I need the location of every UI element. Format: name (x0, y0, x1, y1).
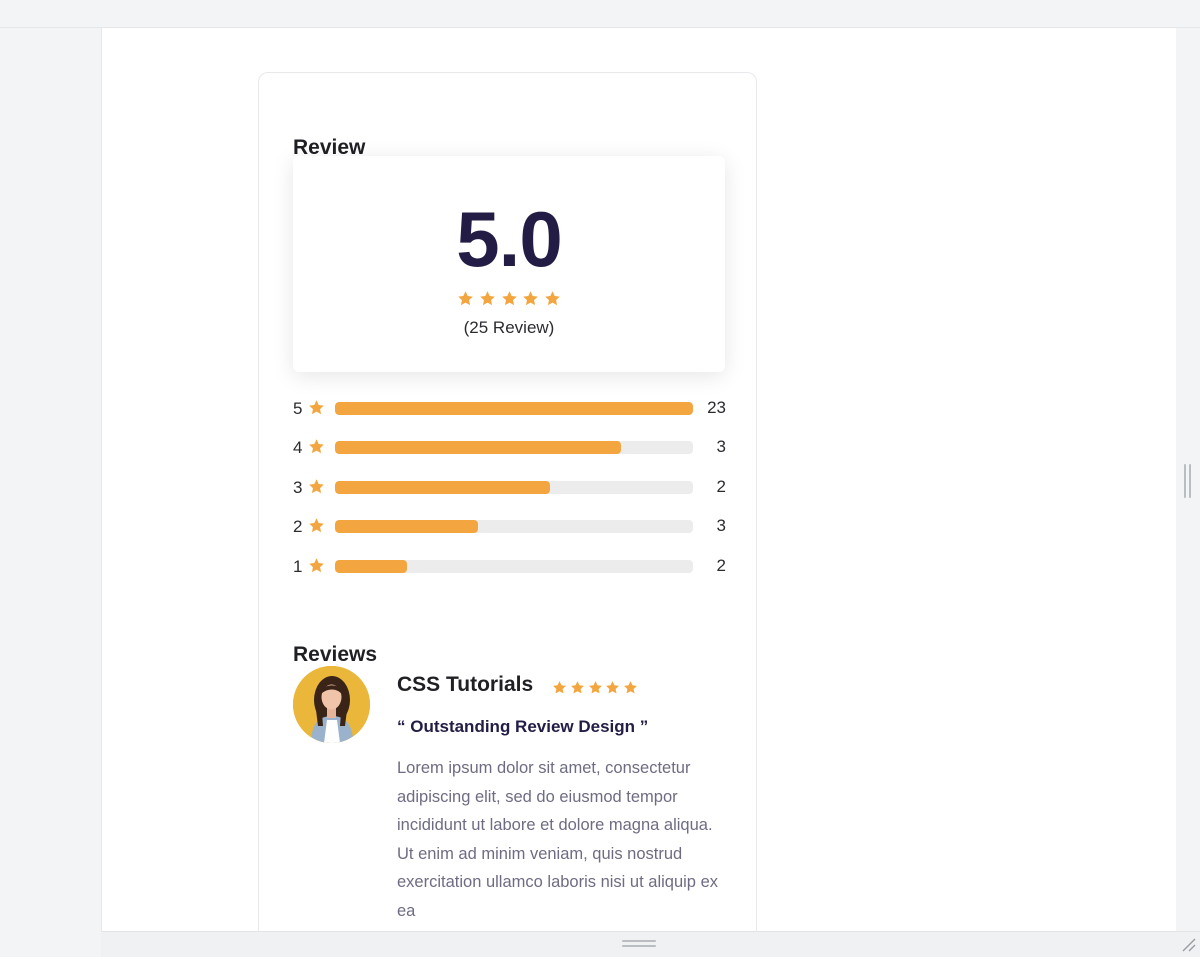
star-icon (570, 680, 585, 695)
rating-count: 3 (716, 516, 726, 535)
star-icon (544, 290, 561, 307)
star-icon (501, 290, 518, 307)
star-icon (522, 290, 539, 307)
rating-row-1: 12 (293, 556, 726, 576)
preview-frame: Review 5.0 (25 Review) 5 23 4 3 3 2 2 3 1 2 Revie… (101, 28, 1176, 931)
rating-row-3: 32 (293, 477, 726, 497)
rating-bar-fill (335, 560, 407, 573)
reviews-heading: Reviews (293, 643, 378, 666)
rating-bar-track (335, 481, 693, 494)
review-card: Review 5.0 (25 Review) 5 23 4 3 3 2 2 3 1 2 Revie… (258, 72, 757, 931)
star-icon (308, 517, 325, 534)
star-icon (308, 438, 325, 455)
average-rating: 5.0 (456, 195, 562, 283)
rating-level: 3 (293, 478, 303, 497)
rating-bar-track (335, 560, 693, 573)
average-stars (457, 290, 561, 308)
rating-level: 1 (293, 557, 303, 576)
rating-bar-track (335, 402, 693, 415)
rating-count: 3 (716, 437, 726, 456)
resize-corner-icon[interactable] (1180, 936, 1196, 952)
top-toolbar-strip (0, 0, 1200, 28)
rating-row-2: 23 (293, 516, 726, 536)
review-body: Lorem ipsum dolor sit amet, consectetur … (397, 759, 718, 920)
star-icon (308, 478, 325, 495)
rating-level: 4 (293, 438, 303, 457)
rating-count: 23 (707, 398, 726, 417)
reviewer-name: CSS Tutorials (397, 673, 534, 696)
reviewer-rating-stars (552, 680, 638, 696)
review-count: (25 Review) (463, 318, 555, 337)
rating-bar-track (335, 441, 693, 454)
rating-bar-fill (335, 402, 693, 415)
star-icon (623, 680, 638, 695)
review-headline: “ Outstanding Review Design ” (397, 717, 649, 736)
star-icon (605, 680, 620, 695)
rating-count: 2 (716, 477, 726, 496)
review-item: CSS Tutorials “ Outstanding Review Desig… (293, 666, 725, 931)
star-icon (552, 680, 567, 695)
vertical-resize-handle[interactable] (1184, 464, 1192, 498)
rating-level: 2 (293, 517, 303, 536)
star-icon (308, 399, 325, 416)
rating-row-4: 43 (293, 437, 726, 457)
rating-count: 2 (716, 556, 726, 575)
star-icon (308, 557, 325, 574)
star-icon (588, 680, 603, 695)
horizontal-resize-handle[interactable] (622, 940, 656, 948)
rating-summary-box: 5.0 (25 Review) (293, 156, 725, 372)
rating-row-5: 5 23 (293, 398, 726, 418)
rating-bar-fill (335, 520, 479, 533)
star-icon (479, 290, 496, 307)
rating-bar-fill (335, 441, 622, 454)
rating-bar-track (335, 520, 693, 533)
user-avatar (293, 666, 370, 743)
rating-level: 5 (293, 399, 303, 418)
rating-bar-fill (335, 481, 550, 494)
star-icon (457, 290, 474, 307)
